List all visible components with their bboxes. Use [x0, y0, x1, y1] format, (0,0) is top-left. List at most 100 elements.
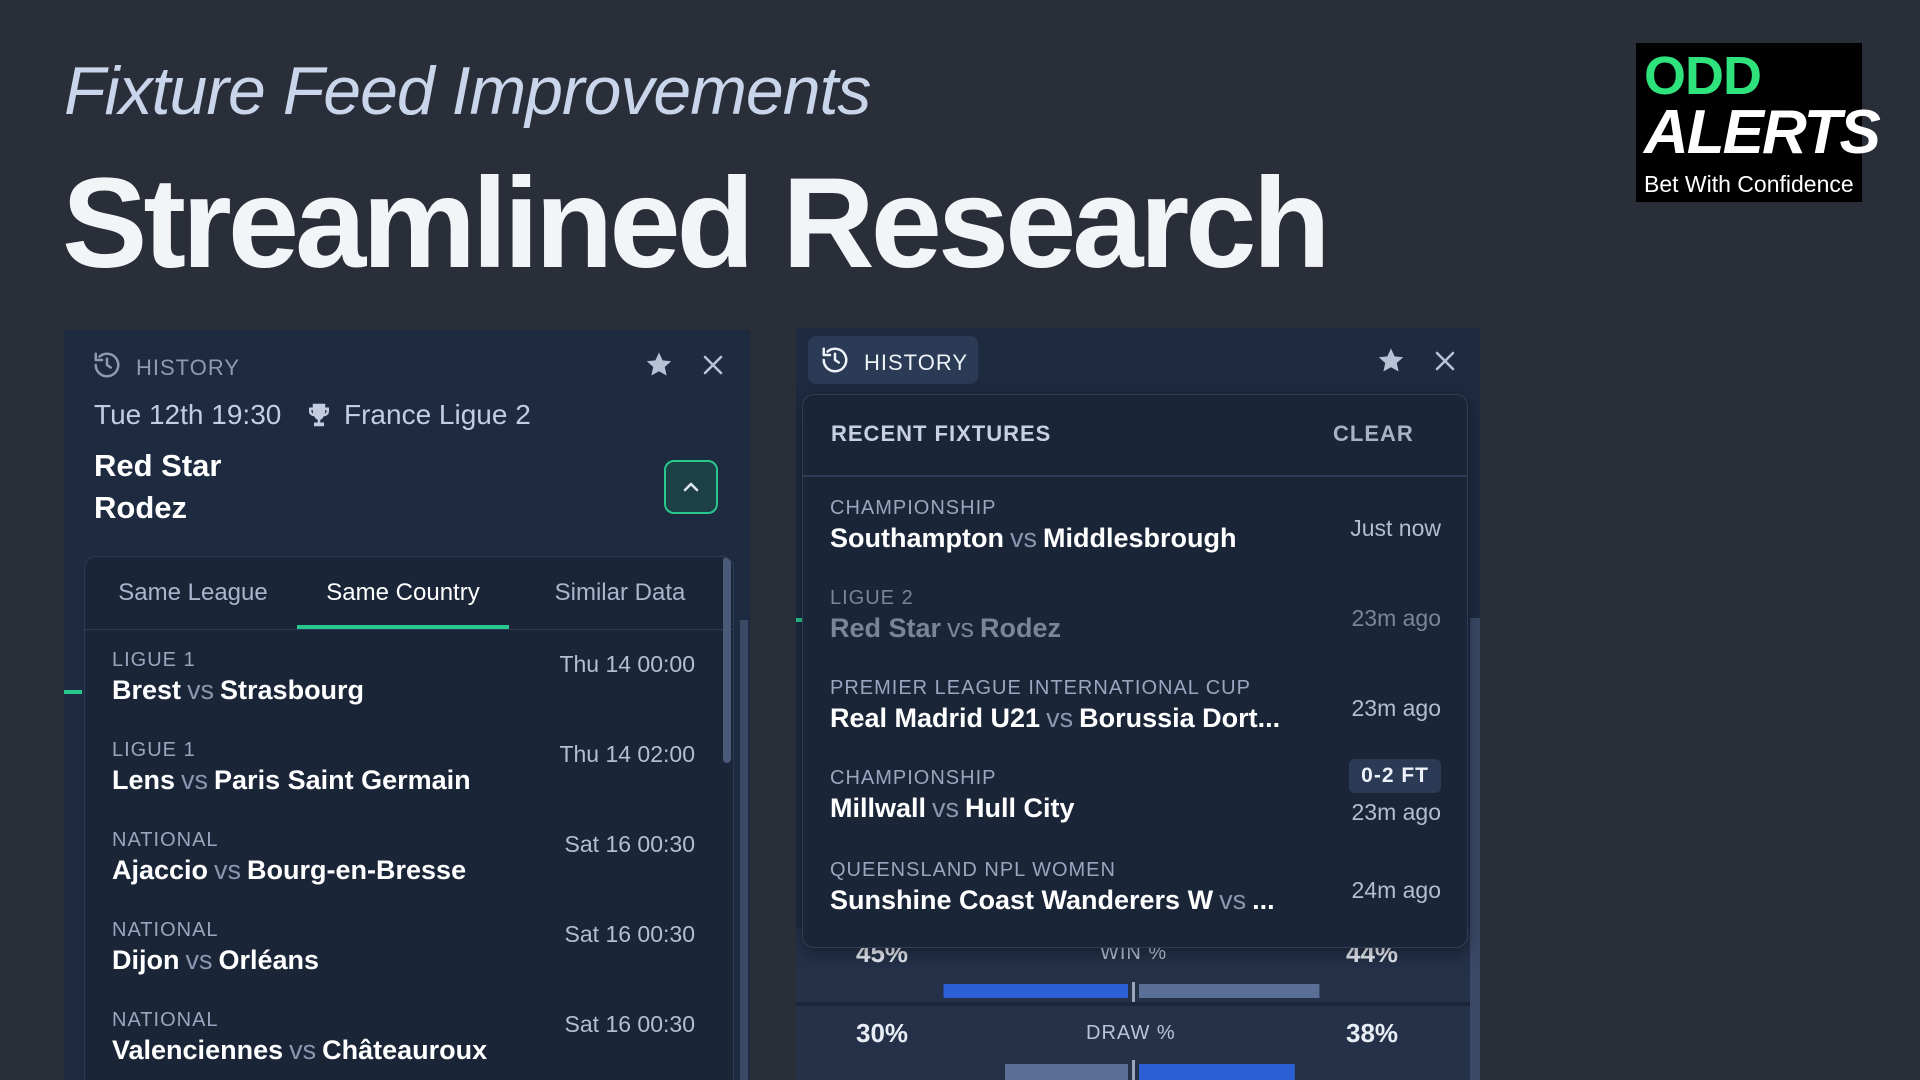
vs-text: vs: [181, 765, 209, 795]
subtitle: Fixture Feed Improvements: [64, 53, 871, 129]
fixture-time: Sat 16 00:30: [564, 831, 695, 857]
page-scrollbar-track[interactable]: [740, 620, 748, 1080]
history-label: HISTORY: [136, 355, 240, 380]
fixture-match: Lens vs Paris Saint Germain: [112, 765, 471, 796]
favorite-star-button[interactable]: [1374, 344, 1408, 378]
fixture-row[interactable]: NATIONAL Dijon vs Orléans Sat 16 00:30: [85, 905, 721, 995]
history-icon: [820, 345, 864, 381]
tab-similar-data[interactable]: Similar Data: [515, 557, 725, 629]
draw-home-bar: [1005, 1064, 1128, 1080]
recent-away: Middlesbrough: [1042, 523, 1237, 553]
fixture-match: Dijon vs Orléans: [112, 945, 319, 976]
clear-button[interactable]: CLEAR: [1333, 421, 1414, 447]
fixture-home: Lens: [112, 765, 176, 795]
fixture-away: Strasbourg: [220, 675, 365, 705]
logo-odd-text: ODD: [1644, 46, 1762, 106]
draw-bars: [1005, 1060, 1295, 1080]
logo-alerts-text: ALERTS: [1644, 98, 1881, 167]
fixture-row[interactable]: NATIONAL Valenciennes vs Châteauroux Sat 1…: [85, 995, 721, 1080]
fixture-away: Orléans: [218, 945, 320, 975]
competition: France Ligue 2: [304, 399, 531, 431]
page-scrollbar-track[interactable]: [1470, 618, 1480, 1080]
center-divider: [1132, 1060, 1135, 1080]
recent-time-ago: Just now: [1350, 515, 1441, 541]
recent-match: Red Star vs Rodez: [830, 613, 1061, 644]
recent-league: PREMIER LEAGUE INTERNATIONAL CUP: [830, 677, 1251, 699]
close-icon: [703, 355, 723, 375]
recent-fixtures-dropdown: RECENT FIXTURES CLEAR CHAMPIONSHIP South…: [802, 394, 1468, 948]
recent-row[interactable]: PREMIER LEAGUE INTERNATIONAL CUP Real Ma…: [803, 663, 1467, 753]
recent-row[interactable]: QUEENSLAND NPL WOMEN Sunshine Coast Wand…: [803, 845, 1467, 935]
center-divider: [1132, 982, 1135, 1002]
recent-home: Millwall: [830, 793, 927, 823]
fixture-league: NATIONAL: [112, 1009, 219, 1031]
tab-same-country[interactable]: Same Country: [297, 557, 509, 629]
fixture-match: Ajaccio vs Bourg-en-Bresse: [112, 855, 466, 886]
fixture-time: Sat 16 00:30: [564, 1011, 695, 1037]
recent-row[interactable]: LIGUE 2 Red Star vs Rodez 23m ago: [803, 573, 1467, 663]
scrollbar-thumb[interactable]: [723, 557, 731, 763]
fixture-datetime: Tue 12th 19:30: [94, 399, 282, 430]
fixture-home: Ajaccio: [112, 855, 209, 885]
fixture-row[interactable]: LIGUE 1 Lens vs Paris Saint Germain Thu 14…: [85, 725, 721, 815]
draw-label: DRAW %: [1086, 1022, 1176, 1044]
recent-away: Hull City: [965, 793, 1075, 823]
vs-text: vs: [932, 793, 960, 823]
draw-home-pct: 30%: [856, 1018, 909, 1048]
stats-section: 45% WIN % 44% 30% DRAW % 38%: [796, 928, 1470, 1080]
recent-league: LIGUE 2: [830, 587, 914, 609]
recent-league: QUEENSLAND NPL WOMEN: [830, 859, 1116, 881]
favorite-star-button[interactable]: [642, 348, 676, 382]
vs-text: vs: [185, 945, 213, 975]
recent-time-ago: 23m ago: [1351, 799, 1441, 825]
recent-match: Real Madrid U21 vs Borussia Dort...: [830, 703, 1280, 734]
fixture-away: Châteauroux: [322, 1035, 488, 1065]
recent-league: CHAMPIONSHIP: [830, 767, 997, 789]
recent-match: Sunshine Coast Wanderers Wvs...: [830, 885, 1275, 916]
recent-row[interactable]: CHAMPIONSHIP Southampton vs Middlesbrough …: [803, 483, 1467, 573]
history-icon: [92, 350, 136, 386]
fixture-league: LIGUE 1: [112, 739, 196, 761]
tab-bar: Same League Same Country Similar Data: [85, 557, 733, 630]
history-header[interactable]: HISTORY: [92, 350, 240, 386]
history-button[interactable]: HISTORY: [808, 336, 978, 384]
fixture-time: Sat 16 00:30: [564, 921, 695, 947]
win-home-bar: [943, 984, 1128, 998]
fixture-row[interactable]: LIGUE 1 Brest vs Strasbourg Thu 14 00:00: [85, 635, 721, 725]
recent-time-ago: 24m ago: [1351, 877, 1441, 903]
vs-text: vs: [214, 855, 242, 885]
logo-tagline: Bet With Confidence: [1636, 167, 1862, 202]
fixture-row[interactable]: NATIONAL Ajaccio vs Bourg-en-Bresse Sat 16…: [85, 815, 721, 905]
similar-fixtures-card: Same League Same Country Similar Data LI…: [84, 556, 734, 1080]
fixture-home: Dijon: [112, 945, 180, 975]
fixture-match: Brest vs Strasbourg: [112, 675, 364, 706]
home-team: Red Star: [94, 448, 222, 483]
recent-home: Sunshine Coast Wanderers W: [830, 885, 1214, 915]
close-button[interactable]: [696, 348, 730, 382]
recent-home: Red Star: [830, 613, 942, 643]
draw-away-pct: 38%: [1346, 1018, 1399, 1048]
recent-away: Rodez: [980, 613, 1062, 643]
win-away-bar: [1139, 984, 1320, 998]
away-team: Rodez: [94, 490, 187, 525]
recent-time-ago: 23m ago: [1351, 605, 1441, 631]
vs-text: vs: [1219, 885, 1247, 915]
fixture-home: Brest: [112, 675, 182, 705]
vs-text: vs: [947, 613, 975, 643]
vs-text: vs: [1009, 523, 1037, 553]
fixture-time: Thu 14 02:00: [559, 741, 695, 767]
vs-text: vs: [187, 675, 215, 705]
trophy-icon: [309, 403, 329, 427]
star-icon: [1378, 348, 1404, 372]
close-icon: [1435, 351, 1455, 371]
star-icon: [646, 352, 672, 376]
collapse-toggle-button[interactable]: [664, 460, 718, 514]
recent-row[interactable]: CHAMPIONSHIP Millwall vs Hull City 0-2 FT …: [803, 753, 1467, 843]
fixture-match: Valenciennes vs Châteauroux: [112, 1035, 487, 1066]
dropdown-title: RECENT FIXTURES: [831, 421, 1052, 446]
fixture-away: Paris Saint Germain: [214, 765, 471, 795]
close-button[interactable]: [1428, 344, 1462, 378]
fixture-away: Bourg-en-Bresse: [247, 855, 467, 885]
vs-text: vs: [289, 1035, 317, 1065]
tab-same-league[interactable]: Same League: [95, 557, 291, 629]
